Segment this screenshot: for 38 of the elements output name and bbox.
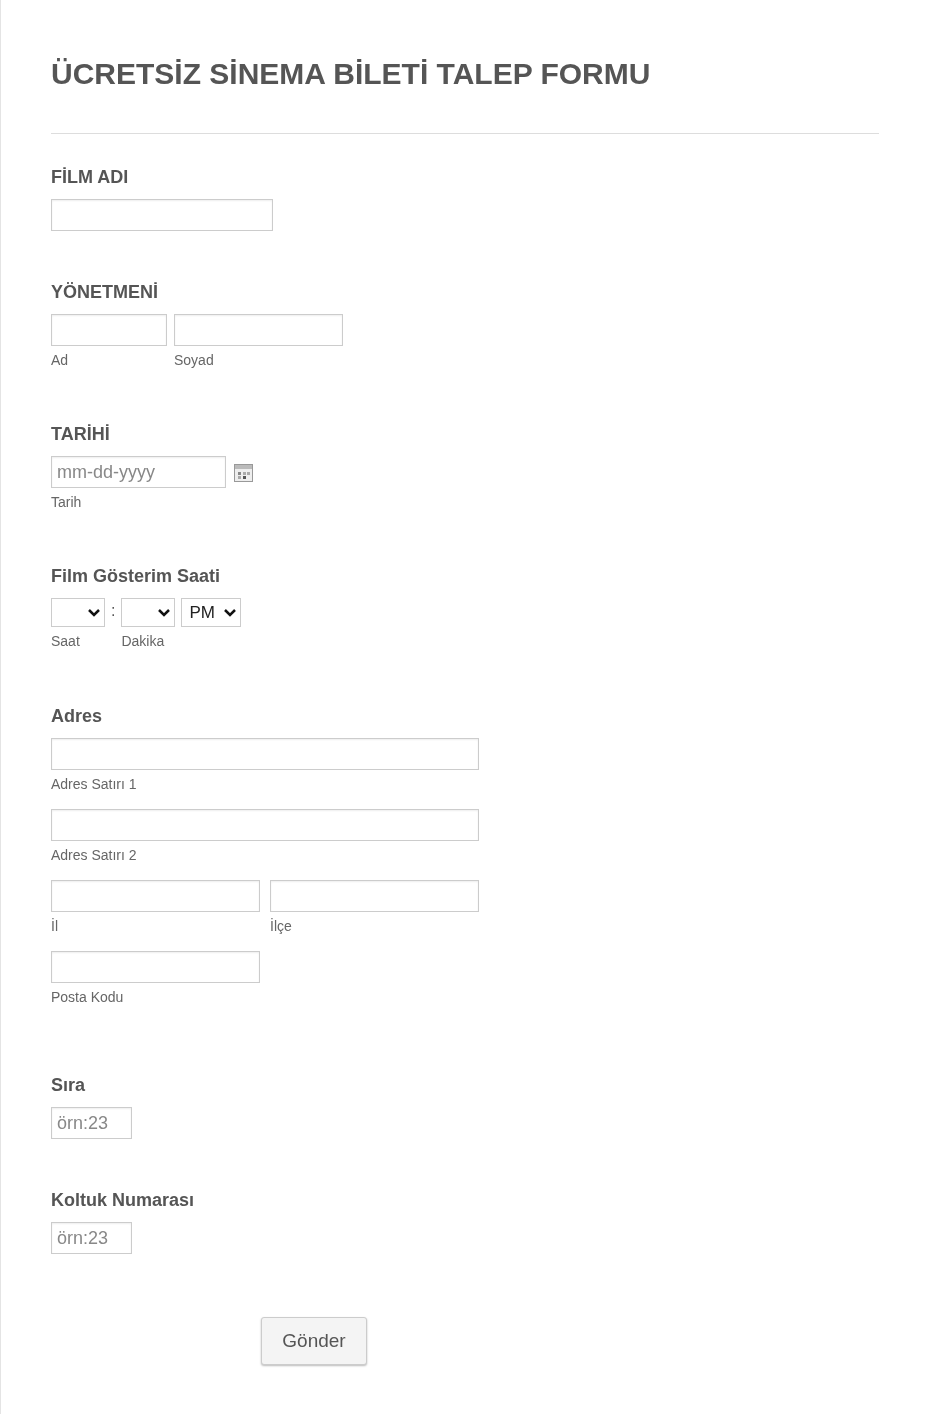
field-sublabel: Posta Kodu [51,988,125,1006]
dropdown[interactable]: PM [181,598,242,627]
field-sublabel: Adres Satırı 2 [51,846,138,864]
input-field[interactable] [270,880,479,912]
field-label: TARİHİ [51,423,110,445]
input-field[interactable] [51,880,260,912]
field-sublabel: Dakika [121,632,166,650]
dropdown[interactable] [121,598,176,627]
chevron-icon [158,608,171,617]
field-label: Film Gösterim Saati [51,565,221,587]
time-separator: : [111,601,116,621]
input-field[interactable] [51,809,479,841]
field-sublabel: İlçe [270,917,293,935]
field-sublabel: Saat [51,632,81,650]
input-field[interactable] [51,738,479,770]
chevron-icon [224,608,237,617]
submit-button[interactable]: Gönder [261,1317,367,1365]
input-field[interactable]: örn:23 [51,1107,132,1139]
input-field[interactable] [51,314,167,346]
chevron-icon [88,608,100,617]
field-sublabel: Adres Satırı 1 [51,775,138,793]
input-field[interactable] [51,199,273,231]
field-label: Sıra [51,1074,86,1096]
input-field[interactable]: örn:23 [51,1222,132,1254]
field-label: FİLM ADI [51,166,129,188]
date-field[interactable]: mm-dd-yyyy [51,456,226,488]
field-sublabel: Tarih [51,493,83,511]
calendar-icon[interactable] [234,464,253,482]
field-sublabel: Soyad [174,351,215,369]
field-sublabel: İl [51,917,59,935]
field-sublabel: Ad [51,351,70,369]
dropdown[interactable] [51,598,105,627]
form-title: ÜCRETSİZ SİNEMA BİLETİ TALEP FORMU [51,56,652,92]
field-label: Koltuk Numarası [51,1189,195,1211]
input-field[interactable] [174,314,343,346]
field-label: Adres [51,705,103,727]
input-field[interactable] [51,951,260,983]
field-label: YÖNETMENİ [51,281,158,303]
